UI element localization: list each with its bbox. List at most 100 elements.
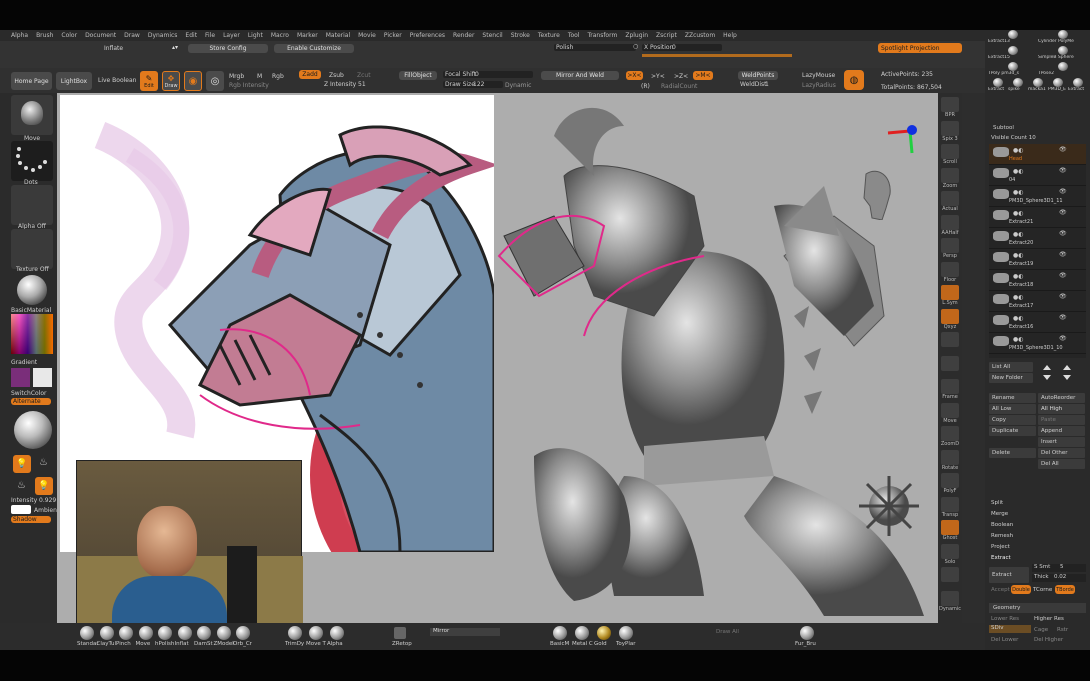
live-boolean-toggle[interactable]: Live Boolean (98, 77, 136, 84)
tool-thumbnail[interactable]: TPose2 (1038, 62, 1088, 77)
new-folder-button[interactable]: New Folder (989, 373, 1033, 383)
view-button[interactable] (941, 520, 959, 535)
view-button[interactable] (941, 120, 959, 136)
menu-item[interactable]: Render (453, 32, 474, 39)
lazy-radius-slider[interactable]: LazyRadius (802, 82, 836, 89)
z-intensity-slider[interactable]: Z Intensity 51 (324, 81, 394, 88)
tcorne-toggle[interactable]: TCorne (1033, 587, 1052, 593)
ambient-swatch[interactable] (11, 505, 31, 514)
subtool-item[interactable]: 👁 ●◐ Extract21 (989, 207, 1086, 228)
rgb-toggle[interactable]: Rgb (272, 73, 284, 80)
edit-button[interactable]: ✎ Edit (140, 71, 158, 91)
draw-all-button[interactable]: Draw All (716, 629, 739, 635)
menu-item[interactable]: Color (61, 32, 77, 39)
project-button[interactable]: Project (991, 544, 1010, 550)
eye-icon[interactable]: 👁 (1059, 146, 1067, 153)
x-position-slider[interactable]: X Position 0 (642, 44, 722, 51)
menu-item[interactable]: ZZcustom (685, 32, 715, 39)
tool-thumbnail[interactable]: Extract (1068, 78, 1088, 93)
menu-item[interactable]: Document (85, 32, 116, 39)
menu-item[interactable]: File (205, 32, 215, 39)
list-all-button[interactable]: List All (989, 362, 1033, 372)
brush-icon[interactable] (309, 626, 323, 640)
enable-customize-button[interactable]: Enable Customize (274, 44, 354, 53)
radial-count-slider[interactable]: RadialCount (661, 83, 697, 90)
inflate-arrows-icon[interactable]: ▴▾ (172, 44, 178, 51)
subtool-item[interactable]: 👁 ●◐ Extract18 (989, 270, 1086, 291)
extract-button[interactable]: Extract (989, 567, 1029, 583)
lower-res-button[interactable]: Lower Res (991, 616, 1019, 622)
brush-icon[interactable] (119, 626, 133, 640)
menu-item[interactable]: Light (248, 32, 263, 39)
material-icon[interactable] (575, 626, 589, 640)
material-icon[interactable] (619, 626, 633, 640)
brush-thumbnail[interactable] (11, 95, 53, 135)
tool-thumbnail[interactable]: PM3D_E (1048, 78, 1068, 93)
material-icon[interactable] (553, 626, 567, 640)
view-button[interactable] (941, 214, 959, 230)
menu-item[interactable]: Layer (223, 32, 240, 39)
symmetry-y-toggle[interactable]: >Y< (651, 73, 665, 80)
focal-shift-slider[interactable]: Focal Shift 0 (443, 71, 533, 78)
subtool-action-button[interactable]: Del Other (1038, 448, 1085, 458)
toggle-icon[interactable]: ●◐ (1013, 210, 1023, 217)
menu-item[interactable]: Preferences (410, 32, 445, 39)
brush-icon[interactable] (177, 626, 192, 640)
alternate-button[interactable]: Alternate (11, 398, 51, 405)
main-color-swatch[interactable] (11, 368, 30, 387)
eye-icon[interactable]: 👁 (1059, 188, 1067, 195)
view-button[interactable] (941, 238, 959, 253)
draw-button[interactable]: ✥ Draw (162, 71, 180, 91)
switch-color-button[interactable]: SwitchColor (11, 390, 47, 397)
scale-mode-icon[interactable]: ◎ (206, 71, 224, 91)
tool-thumbnail[interactable]: Extract (988, 78, 1008, 93)
radial-r-toggle[interactable]: (R) (641, 83, 650, 90)
sdiv-slider[interactable]: SDiv (989, 625, 1031, 633)
view-button[interactable] (941, 543, 959, 559)
brush-icon[interactable] (236, 626, 250, 640)
eye-icon[interactable]: 👁 (1059, 272, 1067, 279)
zcut-toggle[interactable]: Zcut (357, 72, 371, 79)
brush-icon[interactable] (288, 626, 302, 640)
weld-points-button[interactable]: WeldPoints (738, 71, 778, 80)
brush-icon[interactable] (197, 626, 211, 640)
eye-icon[interactable]: 👁 (1059, 314, 1067, 321)
axis-gizmo[interactable] (884, 123, 920, 159)
tool-thumbnail[interactable]: SimpleB Sphere (1038, 46, 1088, 61)
eye-icon[interactable]: 👁 (1059, 209, 1067, 216)
menu-item[interactable]: Dynamics (148, 32, 178, 39)
accept-button[interactable]: Accept (991, 587, 1010, 593)
zsub-toggle[interactable]: Zsub (329, 72, 344, 79)
tool-thumbnail[interactable]: TPoly pm3d_s (988, 62, 1038, 77)
subtool-item[interactable]: 👁 ●◐ PM3D_Sphere3D1_10 (989, 333, 1086, 354)
subtool-action-button[interactable]: AutoReorder (1038, 393, 1085, 403)
polish-slider[interactable]: Polish (554, 44, 636, 51)
subtool-action-button[interactable]: Rename (989, 393, 1036, 403)
brush-icon[interactable] (330, 626, 344, 640)
menu-item[interactable]: Edit (185, 32, 197, 39)
light-bulb-on-icon[interactable]: 💡 (13, 455, 31, 473)
toggle-icon[interactable]: ●◐ (1013, 273, 1023, 280)
subtool-item[interactable]: 👁 ●◐ Extract16 (989, 312, 1086, 333)
toggle-icon[interactable]: ●◐ (1013, 336, 1023, 343)
polish-toggle-icon[interactable]: ○ (633, 43, 638, 50)
cage-button[interactable]: Cage (1034, 627, 1048, 633)
light-bulb-off-icon[interactable]: ♨ (17, 480, 26, 491)
draw-size-slider[interactable]: Draw Size 122 (443, 81, 503, 88)
subtool-item[interactable]: 👁 ●◐ PM3D_Sphere3D1_11 (989, 186, 1086, 207)
boolean-button[interactable]: Boolean (991, 522, 1013, 528)
eye-icon[interactable]: 👁 (1059, 230, 1067, 237)
toggle-icon[interactable]: ●◐ (1013, 315, 1023, 322)
home-page-button[interactable]: Home Page (11, 72, 52, 90)
subtool-action-button[interactable]: Duplicate (989, 426, 1036, 436)
dynamic-toggle[interactable]: Dynamic (505, 82, 531, 89)
view-button[interactable] (941, 402, 959, 418)
alpha-thumbnail[interactable] (11, 185, 53, 225)
lightbox-button[interactable]: LightBox (56, 72, 92, 90)
del-lower-button[interactable]: Del Lower (991, 637, 1018, 643)
subtool-item[interactable]: 👁 ●◐ 04 (989, 165, 1086, 186)
view-button[interactable] (941, 332, 959, 347)
subtool-item[interactable]: 👁 ●◐ Head (989, 144, 1086, 165)
view-button[interactable] (941, 167, 959, 183)
thick-slider[interactable]: Thick 0.02 (1032, 574, 1086, 582)
